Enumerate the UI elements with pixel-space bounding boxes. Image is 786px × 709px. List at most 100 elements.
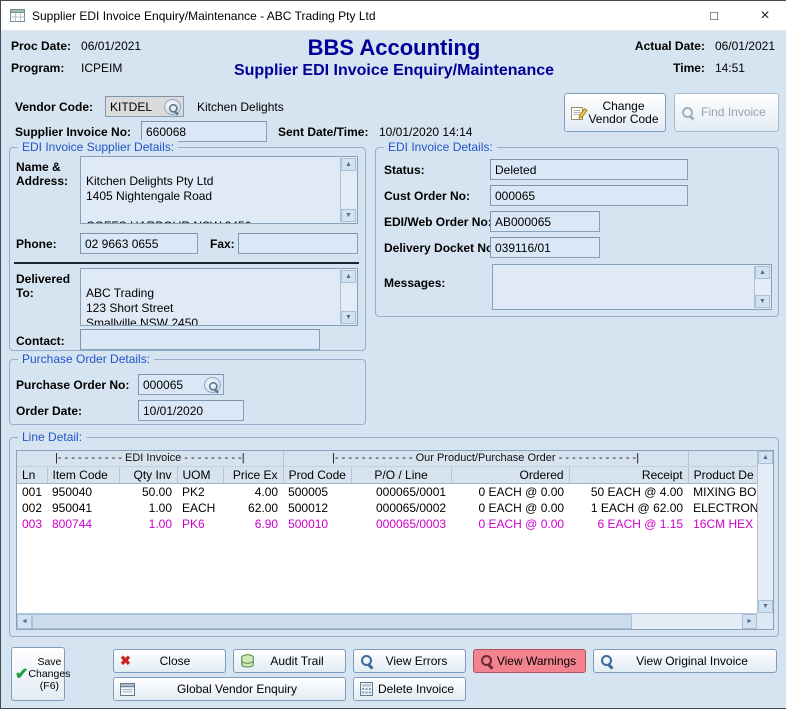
po-number-label: Purchase Order No: bbox=[16, 378, 129, 392]
cell-price-ex: 62.00 bbox=[223, 500, 283, 516]
cell-product-desc: MIXING BO bbox=[688, 483, 757, 500]
scroll-up-icon[interactable]: ▲ bbox=[341, 158, 356, 171]
order-date-label: Order Date: bbox=[16, 404, 82, 418]
col-header-ln[interactable]: Ln bbox=[17, 466, 47, 483]
cell-ln: 003 bbox=[17, 516, 47, 532]
close-button[interactable]: ✖ Close bbox=[113, 649, 226, 673]
table-row[interactable]: 002 950041 1.00 EACH 62.00 500012 000065… bbox=[17, 500, 757, 516]
scroll-up-icon[interactable]: ▲ bbox=[755, 266, 770, 279]
delete-invoice-button[interactable]: Delete Invoice bbox=[353, 677, 466, 701]
cell-prod-code: 500012 bbox=[283, 500, 351, 516]
col-header-ordered[interactable]: Ordered bbox=[451, 466, 569, 483]
cell-ordered: 0 EACH @ 0.00 bbox=[451, 516, 569, 532]
delivery-docket-field[interactable]: 039116/01 bbox=[490, 237, 600, 258]
app-icon bbox=[10, 9, 25, 22]
col-header-price-ex[interactable]: Price Ex bbox=[223, 466, 283, 483]
maximize-button[interactable]: □ bbox=[692, 1, 736, 31]
delivered-to-field[interactable]: ABC Trading 123 Short Street Smallville … bbox=[80, 268, 358, 326]
view-errors-label: View Errors bbox=[374, 655, 459, 668]
delivery-docket-label: Delivery Docket No: bbox=[384, 241, 497, 255]
time-label: Time: bbox=[635, 61, 705, 75]
col-header-item-code[interactable]: Item Code bbox=[47, 466, 119, 483]
phone-field[interactable]: 02 9663 0655 bbox=[80, 233, 198, 254]
table-row[interactable]: 001 950040 50.00 PK2 4.00 500005 000065/… bbox=[17, 483, 757, 500]
messages-field[interactable]: ▲ ▼ bbox=[492, 264, 772, 310]
horizontal-scrollbar[interactable]: ◄ ► bbox=[17, 613, 757, 629]
scroll-down-icon[interactable]: ▼ bbox=[341, 209, 356, 222]
scroll-down-icon[interactable]: ▼ bbox=[341, 311, 356, 324]
cell-receipt: 50 EACH @ 4.00 bbox=[569, 483, 688, 500]
search-icon bbox=[208, 381, 217, 390]
audit-trail-button[interactable]: Audit Trail bbox=[233, 649, 346, 673]
name-address-field[interactable]: Kitchen Delights Pty Ltd 1405 Nightengal… bbox=[80, 156, 358, 224]
hscrollbar-thumb[interactable] bbox=[32, 614, 632, 629]
supplier-invoice-field[interactable]: 660068 bbox=[141, 121, 267, 142]
scroll-down-icon[interactable]: ▼ bbox=[755, 295, 770, 308]
proc-date-label: Proc Date: bbox=[11, 39, 71, 53]
header-right: Actual Date: 06/01/2021 Time: 14:51 bbox=[635, 39, 775, 75]
edi-web-order-label: EDI/Web Order No: bbox=[384, 215, 492, 229]
fax-field[interactable] bbox=[238, 233, 358, 254]
table-row-highlighted[interactable]: 003 800744 1.00 PK6 6.90 500010 000065/0… bbox=[17, 516, 757, 532]
delivered-to-scrollbar[interactable]: ▲ ▼ bbox=[340, 270, 356, 324]
find-invoice-search-icon bbox=[681, 106, 695, 120]
view-warnings-button[interactable]: View Warnings bbox=[473, 649, 586, 673]
name-address-value: Kitchen Delights Pty Ltd 1405 Nightengal… bbox=[86, 174, 251, 224]
col-header-receipt[interactable]: Receipt bbox=[569, 466, 688, 483]
vendor-code-label: Vendor Code: bbox=[15, 100, 93, 114]
vendor-code-field[interactable]: KITDEL bbox=[105, 96, 184, 117]
col-header-product-desc[interactable]: Product De bbox=[688, 466, 757, 483]
view-original-invoice-button[interactable]: View Original Invoice bbox=[593, 649, 777, 673]
line-detail-title: Line Detail: bbox=[18, 430, 86, 444]
cust-order-field[interactable]: 000065 bbox=[490, 185, 688, 206]
col-header-po-line[interactable]: P/O / Line bbox=[351, 466, 451, 483]
scroll-up-icon[interactable]: ▲ bbox=[758, 451, 773, 464]
vertical-scrollbar[interactable]: ▲ ▼ bbox=[757, 451, 773, 613]
scroll-up-icon[interactable]: ▲ bbox=[341, 270, 356, 283]
fax-label: Fax: bbox=[210, 237, 235, 251]
order-date-field[interactable]: 10/01/2020 bbox=[138, 400, 244, 421]
purchase-order-group: Purchase Order Details: Purchase Order N… bbox=[9, 359, 366, 425]
po-search-button[interactable] bbox=[204, 377, 221, 393]
audit-trail-label: Audit Trail bbox=[255, 655, 339, 668]
cell-item-code: 950040 bbox=[47, 483, 119, 500]
status-field[interactable]: Deleted bbox=[490, 159, 688, 180]
view-original-search-icon bbox=[600, 654, 614, 668]
vendor-code-value: KITDEL bbox=[110, 100, 152, 114]
scroll-left-icon[interactable]: ◄ bbox=[17, 614, 32, 629]
scroll-down-icon[interactable]: ▼ bbox=[758, 600, 773, 613]
edi-web-order-field[interactable]: AB000065 bbox=[490, 211, 600, 232]
status-label: Status: bbox=[384, 163, 425, 177]
global-vendor-icon bbox=[120, 683, 135, 696]
change-vendor-icon bbox=[571, 105, 588, 121]
close-window-button[interactable]: × bbox=[743, 1, 786, 31]
cell-price-ex: 4.00 bbox=[223, 483, 283, 500]
scrollbar-corner bbox=[757, 613, 773, 629]
find-invoice-button[interactable]: Find Invoice bbox=[674, 93, 779, 132]
name-address-scrollbar[interactable]: ▲ ▼ bbox=[340, 158, 356, 222]
actual-date-value: 06/01/2021 bbox=[715, 39, 775, 53]
col-header-uom[interactable]: UOM bbox=[177, 466, 223, 483]
cell-ordered: 0 EACH @ 0.00 bbox=[451, 483, 569, 500]
col-header-qty-inv[interactable]: Qty Inv bbox=[119, 466, 177, 483]
cell-qty-inv: 1.00 bbox=[119, 500, 177, 516]
cell-po-line: 000065/0003 bbox=[351, 516, 451, 532]
view-errors-button[interactable]: View Errors bbox=[353, 649, 466, 673]
proc-date-value: 06/01/2021 bbox=[81, 39, 141, 53]
global-vendor-enquiry-button[interactable]: Global Vendor Enquiry bbox=[113, 677, 346, 701]
messages-scrollbar[interactable]: ▲ ▼ bbox=[754, 266, 770, 308]
vendor-search-button[interactable] bbox=[164, 99, 181, 115]
scroll-right-icon[interactable]: ► bbox=[742, 614, 757, 629]
search-icon bbox=[168, 103, 177, 112]
delete-invoice-icon bbox=[360, 682, 373, 696]
save-changes-button[interactable]: ✔ Save Changes (F6) bbox=[11, 647, 65, 701]
col-header-prod-code[interactable]: Prod Code bbox=[283, 466, 351, 483]
contact-label: Contact: bbox=[16, 334, 65, 348]
cust-order-label: Cust Order No: bbox=[384, 189, 470, 203]
cell-receipt: 1 EACH @ 62.00 bbox=[569, 500, 688, 516]
contact-field[interactable] bbox=[80, 329, 320, 350]
po-number-field[interactable]: 000065 bbox=[138, 374, 224, 395]
save-check-icon: ✔ bbox=[15, 664, 28, 684]
cell-receipt: 6 EACH @ 1.15 bbox=[569, 516, 688, 532]
change-vendor-code-button[interactable]: Change Vendor Code bbox=[564, 93, 666, 132]
